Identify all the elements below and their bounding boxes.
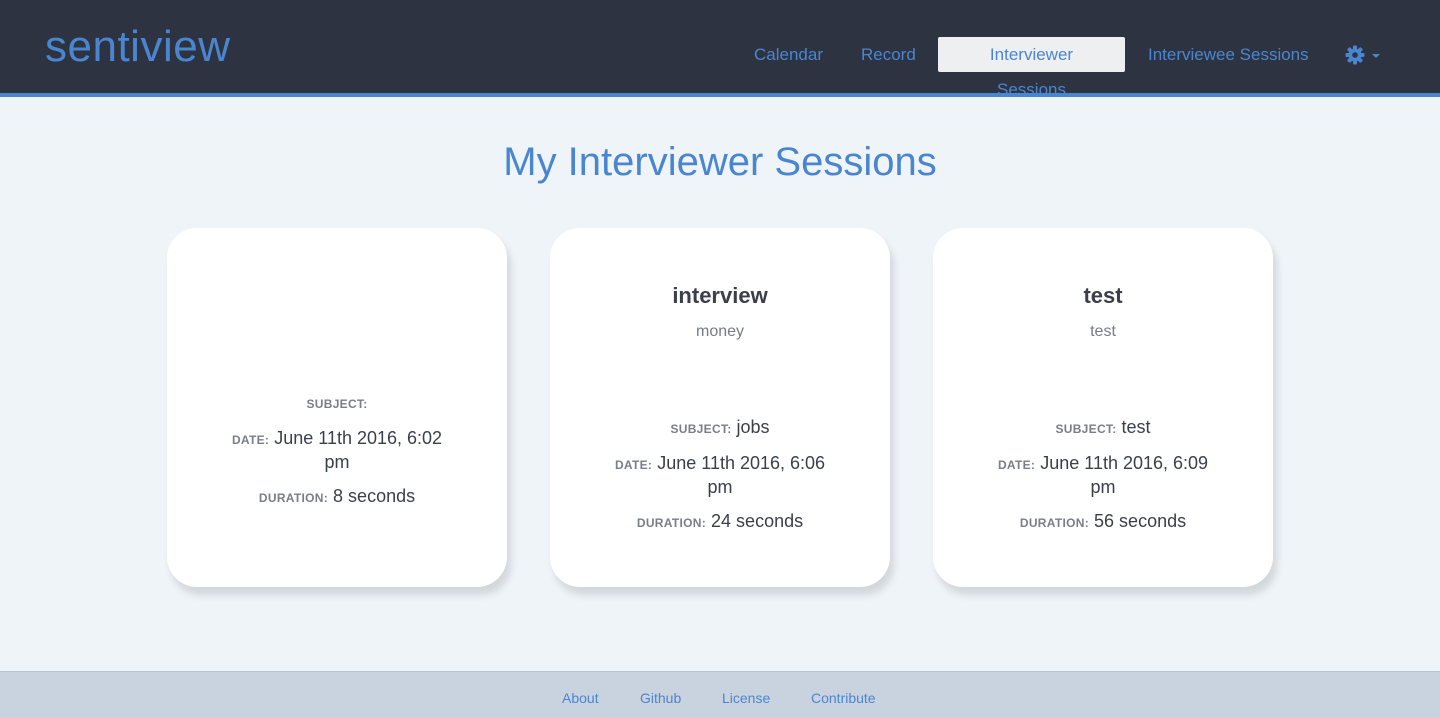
date-label: Date:: [231, 433, 270, 447]
subject-row: Subject:: [217, 391, 457, 415]
date-label: Date:: [614, 458, 653, 472]
session-title: interview: [672, 283, 768, 308]
duration-row: Duration: 56 seconds: [983, 510, 1223, 534]
footer-link-about[interactable]: About: [562, 690, 599, 706]
session-meta: Subject: Date: June 11th 2016, 6:02 pm D…: [217, 391, 457, 521]
settings-dropdown[interactable]: [1344, 42, 1384, 68]
duration-row: Duration: 24 seconds: [600, 510, 840, 534]
brand-logo[interactable]: sentiview: [45, 22, 230, 72]
duration-label: Duration:: [636, 516, 707, 530]
date-value: June 11th 2016, 6:06 pm: [657, 453, 826, 497]
duration-value: 8 seconds: [333, 486, 416, 506]
duration-value: 24 seconds: [711, 511, 804, 531]
nav-calendar[interactable]: Calendar: [738, 37, 839, 72]
duration-label: Duration:: [1019, 516, 1090, 530]
top-navbar: sentiview Calendar Record Interviewer Se…: [0, 0, 1440, 99]
session-card[interactable]: test test Subject: test Date: June 11th …: [933, 228, 1273, 587]
nav-interviewer-sessions[interactable]: Interviewer Sessions: [938, 37, 1125, 99]
date-label: Date:: [997, 458, 1036, 472]
page-title: My Interviewer Sessions: [503, 140, 937, 184]
date-value: June 11th 2016, 6:02 pm: [274, 428, 443, 472]
subject-label: Subject:: [1055, 422, 1117, 436]
duration-value: 56 seconds: [1094, 511, 1187, 531]
date-row: Date: June 11th 2016, 6:06 pm: [600, 452, 840, 498]
footer-link-contribute[interactable]: Contribute: [811, 690, 876, 706]
footer: About Github License Contribute: [0, 671, 1440, 718]
duration-label: Duration:: [258, 491, 329, 505]
subject-label: Subject:: [670, 422, 732, 436]
date-value: June 11th 2016, 6:09 pm: [1040, 453, 1209, 497]
subject-row: Subject: test: [983, 416, 1223, 440]
subject-value: jobs: [736, 417, 770, 437]
subject-row: Subject: jobs: [600, 416, 840, 440]
session-title: test: [1083, 283, 1123, 308]
session-card[interactable]: Subject: Date: June 11th 2016, 6:02 pm D…: [167, 228, 507, 587]
footer-link-github[interactable]: Github: [640, 690, 681, 706]
session-description: money: [695, 323, 745, 340]
nav-interviewee-sessions[interactable]: Interviewee Sessions: [1132, 37, 1325, 72]
subject-label: Subject:: [306, 397, 368, 411]
session-meta: Subject: jobs Date: June 11th 2016, 6:06…: [600, 416, 840, 546]
subject-value: test: [1121, 417, 1151, 437]
session-meta: Subject: test Date: June 11th 2016, 6:09…: [983, 416, 1223, 546]
caret-down-icon: [1372, 54, 1380, 58]
date-row: Date: June 11th 2016, 6:02 pm: [217, 427, 457, 473]
nav-record[interactable]: Record: [845, 37, 932, 72]
duration-row: Duration: 8 seconds: [217, 485, 457, 509]
date-row: Date: June 11th 2016, 6:09 pm: [983, 452, 1223, 498]
gear-icon: [1345, 45, 1380, 65]
session-description: test: [1090, 323, 1116, 340]
footer-link-license[interactable]: License: [722, 690, 770, 706]
session-card[interactable]: interview money Subject: jobs Date: June…: [550, 228, 890, 587]
